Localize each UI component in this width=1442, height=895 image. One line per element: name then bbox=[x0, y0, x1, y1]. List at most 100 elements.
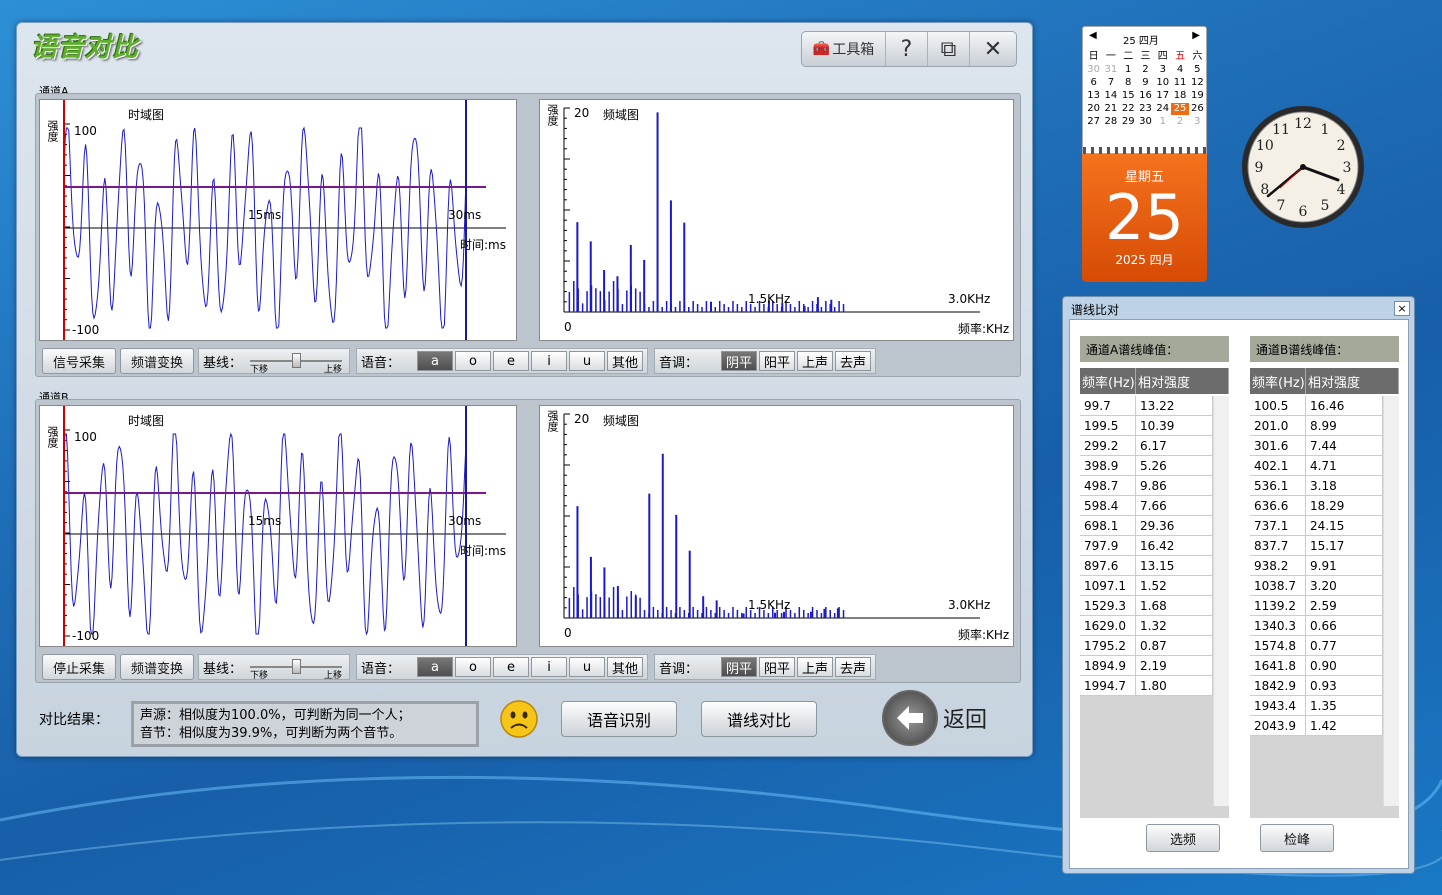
table-row[interactable]: 1340.3 0.66 bbox=[1250, 616, 1383, 636]
calendar-day[interactable]: 27 bbox=[1085, 116, 1102, 128]
tone-2-option[interactable]: 阳平 bbox=[759, 657, 795, 677]
table-row[interactable]: 299.2 6.17 bbox=[1080, 436, 1213, 456]
spectrum-transform-button[interactable]: 频谱变换 bbox=[120, 654, 194, 680]
calendar-day[interactable]: 20 bbox=[1085, 103, 1102, 115]
calendar-day[interactable]: 11 bbox=[1171, 77, 1188, 89]
close-button[interactable]: ✕ bbox=[970, 32, 1016, 66]
calendar-day[interactable]: 30 bbox=[1137, 116, 1154, 128]
calendar-day[interactable]: 4 bbox=[1171, 64, 1188, 76]
table-row[interactable]: 1139.2 2.59 bbox=[1250, 596, 1383, 616]
spectrum-transform-button[interactable]: 频谱变换 bbox=[120, 348, 194, 374]
calendar-day[interactable]: 12 bbox=[1189, 77, 1206, 89]
table-row[interactable]: 498.7 9.86 bbox=[1080, 476, 1213, 496]
next-month-icon[interactable]: ▶ bbox=[1192, 30, 1200, 41]
table-row[interactable]: 402.1 4.71 bbox=[1250, 456, 1383, 476]
tone-2-option[interactable]: 阳平 bbox=[759, 351, 795, 371]
calendar-day[interactable]: 24 bbox=[1154, 103, 1171, 115]
calendar-day[interactable]: 1 bbox=[1154, 116, 1171, 128]
vowel-other-option[interactable]: 其他 bbox=[607, 351, 643, 371]
calendar-day[interactable]: 1 bbox=[1120, 64, 1137, 76]
table-row[interactable]: 301.6 7.44 bbox=[1250, 436, 1383, 456]
tone-4-option[interactable]: 去声 bbox=[835, 657, 871, 677]
calendar-day[interactable]: 10 bbox=[1154, 77, 1171, 89]
calendar-day[interactable]: 26 bbox=[1189, 103, 1206, 115]
table-row[interactable]: 99.7 13.22 bbox=[1080, 396, 1213, 416]
calendar-day[interactable]: 2 bbox=[1171, 116, 1188, 128]
toolbox-button[interactable]: 🧰 工具箱 bbox=[802, 32, 886, 66]
speech-recognition-button[interactable]: 语音识别 bbox=[561, 701, 677, 737]
table-row[interactable]: 938.2 9.91 bbox=[1250, 556, 1383, 576]
vowel-a-option[interactable]: a bbox=[417, 657, 453, 677]
table-row[interactable]: 737.1 24.15 bbox=[1250, 516, 1383, 536]
table-row[interactable]: 398.9 5.26 bbox=[1080, 456, 1213, 476]
table-row[interactable]: 1795.2 0.87 bbox=[1080, 636, 1213, 656]
calendar-day[interactable]: 3 bbox=[1154, 64, 1171, 76]
table-row[interactable]: 1574.8 0.77 bbox=[1250, 636, 1383, 656]
table-row[interactable]: 536.1 3.18 bbox=[1250, 476, 1383, 496]
calendar-day[interactable]: 28 bbox=[1102, 116, 1119, 128]
vowel-e-option[interactable]: e bbox=[493, 657, 529, 677]
table-row[interactable]: 636.6 18.29 bbox=[1250, 496, 1383, 516]
table-row[interactable]: 1994.7 1.80 bbox=[1080, 676, 1213, 696]
restore-button[interactable]: ⧉ bbox=[928, 32, 970, 66]
calendar-day[interactable]: 17 bbox=[1154, 90, 1171, 102]
calendar-day[interactable]: 31 bbox=[1102, 64, 1119, 76]
tone-1-option[interactable]: 阴平 bbox=[721, 351, 757, 371]
vowel-other-option[interactable]: 其他 bbox=[607, 657, 643, 677]
signal-capture-button[interactable]: 信号采集 bbox=[42, 348, 116, 374]
table-row[interactable]: 1629.0 1.32 bbox=[1080, 616, 1213, 636]
calendar-day[interactable]: 9 bbox=[1137, 77, 1154, 89]
help-button[interactable]: ? bbox=[886, 32, 928, 66]
table-row[interactable]: 2043.9 1.42 bbox=[1250, 716, 1383, 736]
calendar-day[interactable]: 16 bbox=[1137, 90, 1154, 102]
prev-month-icon[interactable]: ◀ bbox=[1089, 30, 1097, 41]
tone-1-option[interactable]: 阴平 bbox=[721, 657, 757, 677]
tone-3-option[interactable]: 上声 bbox=[797, 351, 833, 371]
calendar-day[interactable]: 3 bbox=[1189, 116, 1206, 128]
table-row[interactable]: 1894.9 2.19 bbox=[1080, 656, 1213, 676]
calendar-day[interactable]: 13 bbox=[1085, 90, 1102, 102]
tone-3-option[interactable]: 上声 bbox=[797, 657, 833, 677]
table-row[interactable]: 1529.3 1.68 bbox=[1080, 596, 1213, 616]
table-row[interactable]: 201.0 8.99 bbox=[1250, 416, 1383, 436]
calendar-day[interactable]: 7 bbox=[1102, 77, 1119, 89]
table-row[interactable]: 1097.1 1.52 bbox=[1080, 576, 1213, 596]
table-row[interactable]: 199.5 10.39 bbox=[1080, 416, 1213, 436]
calendar-day[interactable]: 18 bbox=[1171, 90, 1188, 102]
close-button[interactable]: × bbox=[1394, 301, 1410, 316]
vowel-u-option[interactable]: u bbox=[569, 657, 605, 677]
calendar-day[interactable]: 25 bbox=[1171, 103, 1189, 115]
table-row[interactable]: 1842.9 0.93 bbox=[1250, 676, 1383, 696]
baseline-slider[interactable]: 下移 上移 bbox=[248, 656, 344, 681]
calendar-day[interactable]: 22 bbox=[1120, 103, 1137, 115]
calendar-day[interactable]: 8 bbox=[1120, 77, 1137, 89]
calendar-day[interactable]: 5 bbox=[1189, 64, 1206, 76]
table-row[interactable]: 598.4 7.66 bbox=[1080, 496, 1213, 516]
calendar-day[interactable]: 6 bbox=[1085, 77, 1102, 89]
spectrum-compare-button[interactable]: 谱线对比 bbox=[701, 701, 817, 737]
channel-a-scrollbar[interactable] bbox=[1213, 396, 1229, 806]
calendar-day[interactable]: 30 bbox=[1085, 64, 1102, 76]
calendar-day[interactable]: 2 bbox=[1137, 64, 1154, 76]
table-row[interactable]: 837.7 15.17 bbox=[1250, 536, 1383, 556]
channel-b-scrollbar[interactable] bbox=[1383, 396, 1399, 806]
table-row[interactable]: 1943.4 1.35 bbox=[1250, 696, 1383, 716]
table-row[interactable]: 1641.8 0.90 bbox=[1250, 656, 1383, 676]
calendar-day[interactable]: 14 bbox=[1102, 90, 1119, 102]
slider-thumb[interactable] bbox=[292, 659, 302, 674]
select-frequency-button[interactable]: 选频 bbox=[1146, 824, 1220, 852]
vowel-o-option[interactable]: o bbox=[455, 351, 491, 371]
stop-capture-button[interactable]: 停止采集 bbox=[42, 654, 116, 680]
baseline-slider[interactable]: 下移 上移 bbox=[248, 350, 344, 375]
back-button[interactable]: 返回 bbox=[881, 689, 987, 747]
slider-thumb[interactable] bbox=[292, 353, 302, 368]
vowel-a-option[interactable]: a bbox=[417, 351, 453, 371]
calendar-day[interactable]: 29 bbox=[1120, 116, 1137, 128]
vowel-o-option[interactable]: o bbox=[455, 657, 491, 677]
table-row[interactable]: 797.9 16.42 bbox=[1080, 536, 1213, 556]
vowel-u-option[interactable]: u bbox=[569, 351, 605, 371]
detect-peaks-button[interactable]: 检峰 bbox=[1260, 824, 1334, 852]
tone-4-option[interactable]: 去声 bbox=[835, 351, 871, 371]
calendar-day[interactable]: 21 bbox=[1102, 103, 1119, 115]
table-row[interactable]: 698.1 29.36 bbox=[1080, 516, 1213, 536]
